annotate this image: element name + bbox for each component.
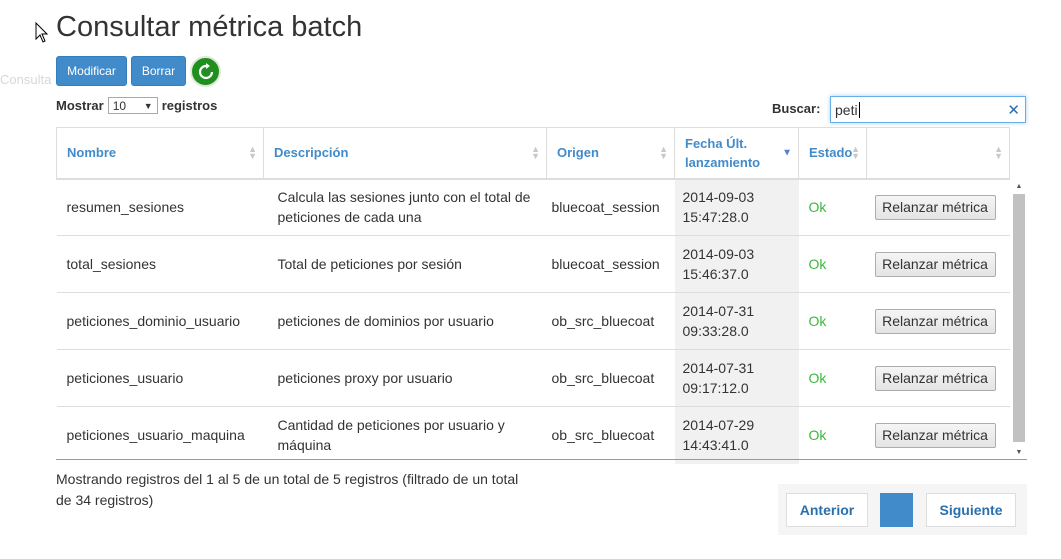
column-header-origin[interactable]: Origen ▲ ▼ xyxy=(546,127,675,180)
cell-date-text: 2014-09-03 15:47:28.0 xyxy=(682,189,755,226)
cell-name: peticiones_usuario_maquina xyxy=(56,406,264,464)
sort-icon: ▲ ▼ xyxy=(851,143,860,161)
table-row: peticiones_dominio_usuario peticiones de… xyxy=(56,292,1010,350)
cell-date-text: 2014-09-03 15:46:37.0 xyxy=(682,246,755,282)
cell-origin: ob_src_bluecoat xyxy=(546,292,675,350)
metrics-table: Nombre ▲ ▼ Descripción ▲ ▼ Origen ▲ ▼ Fecha Úl… xyxy=(56,127,1010,464)
page-length-value: 10 xyxy=(112,98,127,113)
table-row: total_sesiones Total de peticiones por s… xyxy=(56,235,1010,293)
cell-description: Calcula las sesiones junto con el total … xyxy=(277,189,531,226)
cell-description: Cantidad de peticiones por usuario y máq… xyxy=(263,406,547,464)
page-title: Consultar métrica batch xyxy=(56,11,363,43)
cell-origin: ob_src_bluecoat xyxy=(546,349,675,407)
column-header-name[interactable]: Nombre ▲ ▼ xyxy=(56,127,264,180)
table-row: resumen_sesiones Calcula las sesiones ju… xyxy=(57,178,1010,236)
search-label: Buscar: xyxy=(772,101,821,116)
search-input[interactable]: peti ✕ xyxy=(830,96,1026,123)
cell-status: Ok xyxy=(798,406,867,464)
length-prefix: Mostrar xyxy=(56,98,104,113)
clear-icon[interactable]: ✕ xyxy=(1007,101,1020,119)
cell-date-text: 2014-07-31 09:33:28.0 xyxy=(682,303,755,339)
page-1-button[interactable]: 1 xyxy=(880,493,913,527)
cell-status: Ok xyxy=(798,292,867,350)
cell-status: Ok xyxy=(808,199,827,216)
pagination: Anterior 1 Siguiente xyxy=(778,484,1027,535)
cell-action: Relanzar métrica xyxy=(866,292,1010,350)
delete-button[interactable]: Borrar xyxy=(131,56,186,86)
cell-action: Relanzar métrica xyxy=(867,179,1010,236)
table-info: Mostrando registros del 1 al 5 de un tot… xyxy=(56,471,519,508)
sort-icon: ▲ ▼ xyxy=(994,143,1003,161)
relaunch-button[interactable]: Relanzar métrica xyxy=(874,308,996,334)
sort-icon: ▲ ▼ xyxy=(248,143,257,161)
column-header-label: Fecha Últ. lanzamiento xyxy=(685,135,761,170)
table-bottom-divider xyxy=(56,459,1027,460)
cell-date-text: 2014-07-31 09:17:12.0 xyxy=(682,360,755,396)
column-header-label: Origen xyxy=(557,145,599,161)
text-caret xyxy=(858,101,860,118)
sort-icon: ▲ ▼ xyxy=(659,143,668,161)
mouse-pointer-icon xyxy=(35,22,49,43)
scroll-down-icon[interactable]: ▼ xyxy=(1012,445,1026,459)
sort-icon: ▲ ▼ xyxy=(531,143,540,161)
cell-date: 2014-09-03 15:47:28.0 xyxy=(674,178,799,236)
column-header-label: Estado xyxy=(809,145,853,161)
cell-origin: bluecoat_session xyxy=(551,199,660,216)
cell-name: total_sesiones xyxy=(56,235,264,293)
cell-origin: bluecoat_session xyxy=(546,235,675,293)
column-header-status[interactable]: Estado ▲ ▼ xyxy=(798,127,867,180)
relaunch-button[interactable]: Relanzar métrica xyxy=(874,365,996,391)
cell-date-text: 2014-07-29 14:43:41.0 xyxy=(682,417,755,454)
cell-origin: ob_src_bluecoat xyxy=(546,406,675,464)
page-length-control: Mostrar 10 ▼ registros xyxy=(56,97,217,114)
chevron-down-icon: ▼ xyxy=(143,100,153,111)
cell-name: resumen_sesiones xyxy=(66,199,185,216)
cell-date: 2014-07-31 09:17:12.0 xyxy=(674,349,799,407)
cell-date: 2014-07-31 09:33:28.0 xyxy=(674,292,799,350)
cell-description: peticiones proxy por usuario xyxy=(263,349,547,407)
column-header-label: Nombre xyxy=(67,145,117,161)
sort-desc-icon: ▼ xyxy=(782,147,792,159)
cell-description: Total de peticiones por sesión xyxy=(263,235,547,293)
cell-name: peticiones_usuario xyxy=(56,349,264,407)
next-page-button[interactable]: Siguiente xyxy=(926,493,1016,527)
length-suffix: registros xyxy=(161,98,218,113)
cell-status: Ok xyxy=(798,349,867,407)
table-scrollbar[interactable]: ▲ ▼ xyxy=(1012,179,1026,459)
relaunch-button[interactable]: Relanzar métrica xyxy=(874,251,996,277)
relaunch-button[interactable]: Relanzar métrica xyxy=(874,194,996,220)
page-length-select[interactable]: 10 ▼ xyxy=(107,97,158,114)
column-header-description[interactable]: Descripción ▲ ▼ xyxy=(263,127,547,180)
cell-status: Ok xyxy=(798,235,867,293)
refresh-button[interactable] xyxy=(190,56,221,87)
refresh-icon xyxy=(198,62,213,79)
cell-date: 2014-07-29 14:43:41.0 xyxy=(674,406,799,464)
cell-action: Relanzar métrica xyxy=(866,349,1010,407)
table-row: peticiones_usuario peticiones proxy por … xyxy=(56,349,1010,407)
column-header-label: Descripción xyxy=(274,145,349,161)
cell-description: peticiones de dominios por usuario xyxy=(263,292,547,350)
relaunch-button[interactable]: Relanzar métrica xyxy=(874,422,996,448)
scroll-up-icon[interactable]: ▲ xyxy=(1012,179,1026,193)
cell-date: 2014-09-03 15:46:37.0 xyxy=(674,235,799,293)
column-header-date[interactable]: Fecha Últ. lanzamiento ▼ xyxy=(674,127,799,180)
scrollbar-thumb[interactable] xyxy=(1013,194,1025,442)
cell-action: Relanzar métrica xyxy=(866,235,1010,293)
previous-page-button[interactable]: Anterior xyxy=(786,493,868,527)
modify-button[interactable]: Modificar xyxy=(56,56,127,86)
ghost-breadcrumb: Consulta xyxy=(0,72,52,87)
cell-action: Relanzar métrica xyxy=(866,406,1010,464)
search-value: peti xyxy=(835,101,858,118)
column-header-actions[interactable]: ▲ ▼ xyxy=(866,127,1010,180)
cell-name: peticiones_dominio_usuario xyxy=(56,292,264,350)
table-row: peticiones_usuario_maquina Cantidad de p… xyxy=(56,406,1010,464)
